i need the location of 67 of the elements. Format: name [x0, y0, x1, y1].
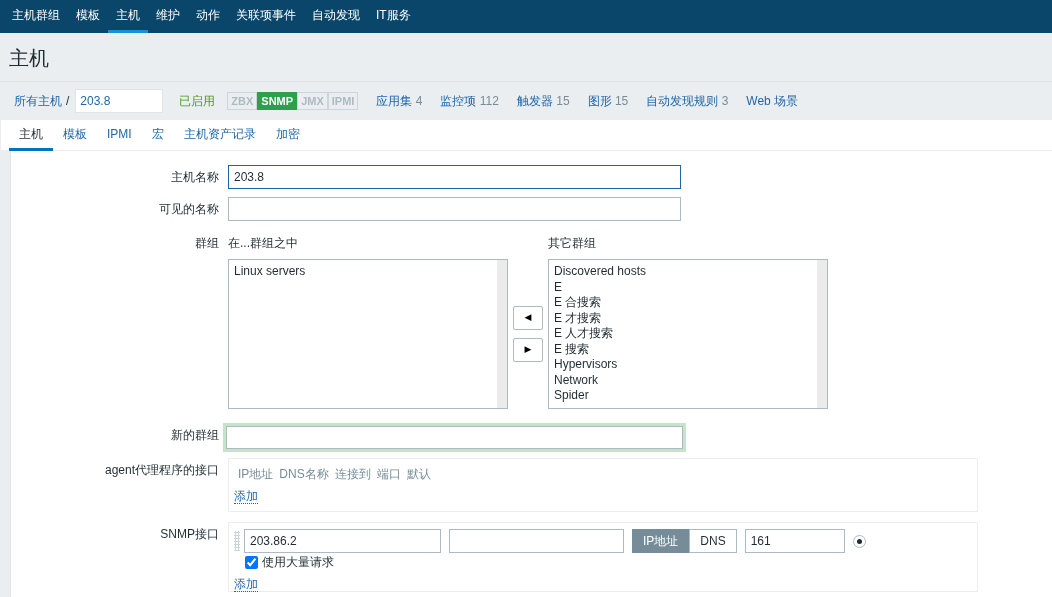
- menu-tab[interactable]: 关联项事件: [228, 0, 304, 33]
- column-header: 端口: [376, 466, 401, 483]
- checkbox-label: 使用大量请求: [262, 554, 334, 571]
- list-item[interactable]: Network: [554, 372, 822, 388]
- field-label: 可见的名称: [158, 201, 220, 218]
- list-item[interactable]: E 才搜索: [554, 310, 822, 326]
- add-link[interactable]: 添加: [234, 577, 258, 592]
- list-item[interactable]: Spider: [554, 388, 822, 404]
- move-right-button[interactable]: ▶: [513, 338, 543, 362]
- menu-tab[interactable]: 模板: [68, 0, 108, 33]
- breadcrumb-link[interactable]: 所有主机: [14, 92, 62, 110]
- form-tab[interactable]: 加密: [265, 120, 310, 151]
- list-item[interactable]: E: [554, 279, 822, 295]
- menu-tab[interactable]: 维护: [148, 0, 188, 33]
- form-tab[interactable]: IPMI: [97, 120, 142, 151]
- form-tab[interactable]: 宏: [141, 120, 174, 151]
- menu-tab[interactable]: 主机: [108, 0, 148, 33]
- port-field[interactable]: 161: [744, 529, 845, 553]
- drag-handle-icon[interactable]: [234, 531, 240, 551]
- availability-indicator: SNMP: [257, 92, 298, 110]
- list-item[interactable]: E 人才搜索: [554, 326, 822, 342]
- list-title: 在...群组之中: [228, 235, 299, 252]
- column-header: DNS名称: [279, 466, 329, 483]
- list-item[interactable]: E 合搜索: [554, 295, 822, 311]
- group-listbox[interactable]: Discovered hosts E E 合搜索 E 才搜索 E 人才搜索 E 搜索 Hypervisors Network Spider: [548, 259, 828, 409]
- page-title: 主机: [9, 47, 49, 69]
- menu-tab[interactable]: 动作: [188, 0, 228, 33]
- host-link[interactable]: Web 场景: [746, 92, 799, 110]
- menu-tab[interactable]: 自动发现: [304, 0, 368, 33]
- field-label: 群组: [194, 235, 220, 252]
- connect-toggle[interactable]: DNS: [689, 529, 737, 553]
- availability-indicator: ZBX: [227, 92, 258, 110]
- host-link[interactable]: 应用集 4: [376, 92, 423, 110]
- menu-tab[interactable]: IT服务: [368, 0, 419, 33]
- list-item[interactable]: Linux servers: [234, 264, 502, 280]
- breadcrumb-separator: /: [66, 93, 70, 110]
- list-item[interactable]: E 搜索: [554, 341, 822, 357]
- form-tab[interactable]: 主机: [9, 120, 53, 151]
- new-group-field[interactable]: [223, 423, 686, 452]
- list-item[interactable]: Hypervisors: [554, 357, 822, 373]
- dns-field[interactable]: [449, 529, 624, 553]
- breadcrumb-current[interactable]: 203.8: [75, 89, 164, 113]
- field-label: agent代理程序的接口: [103, 462, 220, 479]
- list-title: 其它群组: [548, 235, 597, 252]
- bulk-checkbox[interactable]: [245, 555, 258, 569]
- form-tab[interactable]: 模板: [53, 120, 97, 151]
- group-listbox[interactable]: Linux servers: [228, 259, 508, 409]
- host-name-field[interactable]: 203.8: [228, 165, 681, 189]
- field-label: 新的群组: [170, 427, 220, 444]
- add-link[interactable]: 添加: [234, 489, 258, 504]
- visible-name-field[interactable]: [228, 197, 681, 221]
- host-link[interactable]: 监控项 112: [440, 92, 499, 110]
- host-link[interactable]: 触发器 15: [516, 92, 570, 110]
- menu-tab[interactable]: 主机群组: [4, 0, 68, 33]
- host-link[interactable]: 自动发现规则 3: [646, 92, 729, 110]
- availability-indicator: IPMI: [327, 92, 359, 110]
- column-header: 默认: [406, 466, 431, 483]
- column-header: IP地址: [238, 466, 274, 483]
- form-tab[interactable]: 主机资产记录: [173, 120, 266, 151]
- column-header: 连接到: [334, 466, 371, 483]
- availability-indicator: JMX: [297, 92, 328, 110]
- field-label: SNMP接口: [159, 526, 220, 543]
- move-left-button[interactable]: ◀: [513, 306, 543, 330]
- host-link[interactable]: 图形 15: [587, 92, 629, 110]
- ip-field[interactable]: 203.86.2: [244, 529, 441, 553]
- field-label: 主机名称: [170, 169, 220, 186]
- list-item[interactable]: Discovered hosts: [554, 264, 822, 280]
